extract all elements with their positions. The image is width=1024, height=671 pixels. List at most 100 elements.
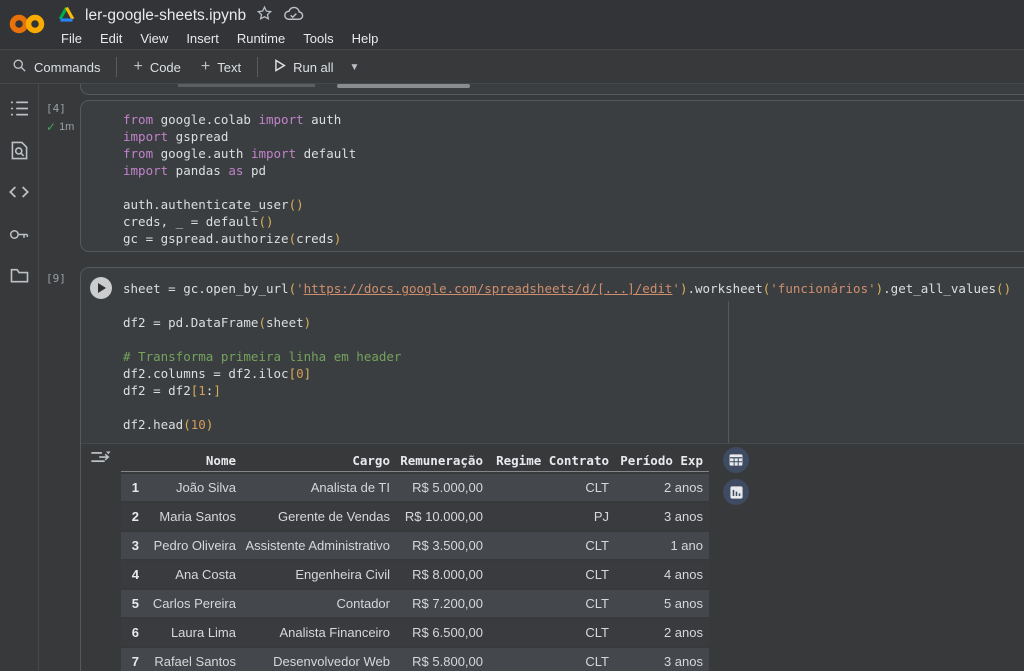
code-cell-1[interactable]: from google.colab import authimport gspr… (80, 100, 1024, 252)
code-line: gc = gspread.authorize(creds) (123, 230, 1024, 247)
secrets-icon[interactable] (9, 224, 29, 244)
table-cell: 2 anos (609, 619, 709, 646)
table-cell: 3 anos (609, 648, 709, 671)
code-line: df2 = pd.DataFrame(sheet) (123, 314, 1024, 331)
table-cell: PJ (483, 503, 609, 530)
bar-chart-icon (730, 486, 743, 499)
play-outline-icon (274, 59, 286, 75)
table-row: 7Rafael SantosDesenvolvedor WebR$ 5.800,… (121, 648, 709, 671)
menubar: File Edit View Insert Runtime Tools Help (52, 27, 387, 49)
plus-icon: + (133, 59, 142, 75)
menu-file[interactable]: File (52, 31, 91, 46)
colab-window: ler-google-sheets.ipynb File Edit View I… (0, 0, 1024, 671)
table-cell: Contador (236, 590, 390, 617)
star-icon[interactable] (256, 5, 273, 27)
drive-icon (58, 6, 75, 27)
table-cell: Analista de TI (236, 474, 390, 501)
horizontal-scrollbar-track[interactable] (178, 84, 315, 87)
menu-edit[interactable]: Edit (91, 31, 131, 46)
table-row: 2Maria SantosGerente de VendasR$ 10.000,… (121, 503, 709, 530)
execution-time: 1m (59, 121, 74, 133)
table-cell: CLT (483, 474, 609, 501)
table-of-contents-icon[interactable] (9, 98, 29, 118)
add-code-button[interactable]: + Code (123, 54, 190, 80)
code-cell-2[interactable]: sheet = gc.open_by_url('https://docs.goo… (80, 267, 1024, 671)
play-icon (98, 283, 106, 293)
table-cell: CLT (483, 619, 609, 646)
search-icon (12, 58, 27, 76)
row-index: 4 (121, 561, 147, 588)
code-snippets-icon[interactable] (9, 182, 29, 202)
table-cell: Engenheira Civil (236, 561, 390, 588)
table-cell: R$ 8.000,00 (390, 561, 483, 588)
code-line: from google.auth import default (123, 145, 1024, 162)
left-sidebar (0, 84, 39, 671)
toolbar-separator (257, 57, 258, 77)
row-index: 3 (121, 532, 147, 559)
table-cell: Laura Lima (147, 619, 236, 646)
header-bar: ler-google-sheets.ipynb File Edit View I… (0, 0, 1024, 50)
column-header: Nome (147, 450, 236, 472)
code-line: auth.authenticate_user() (123, 196, 1024, 213)
table-cell: CLT (483, 532, 609, 559)
code-editor[interactable]: sheet = gc.open_by_url('https://docs.goo… (81, 268, 1024, 433)
run-all-dropdown[interactable]: ▼ (344, 54, 364, 80)
table-cell: R$ 5.800,00 (390, 648, 483, 671)
find-in-notebook-icon[interactable] (9, 140, 29, 160)
row-index: 6 (121, 619, 147, 646)
files-icon[interactable] (9, 266, 29, 286)
execution-count: [9] (46, 272, 78, 285)
run-cell-button[interactable] (90, 277, 112, 299)
column-header: Regime Contrato (483, 450, 609, 472)
notebook-filename[interactable]: ler-google-sheets.ipynb (85, 7, 246, 25)
menu-tools[interactable]: Tools (294, 31, 342, 46)
table-cell: Maria Santos (147, 503, 236, 530)
code-line (123, 297, 1024, 314)
table-cell: 2 anos (609, 474, 709, 501)
cell1-gutter: [4] ✓ 1m (46, 102, 78, 134)
column-header: Remuneração (390, 450, 483, 472)
code-line: import pandas as pd (123, 162, 1024, 179)
code-line (123, 399, 1024, 416)
success-check-icon: ✓ (46, 120, 56, 134)
table-grid-icon (729, 454, 743, 466)
menu-help[interactable]: Help (343, 31, 388, 46)
table-cell: Analista Financeiro (236, 619, 390, 646)
suggest-charts-button[interactable] (723, 479, 749, 505)
dataframe-table: NomeCargoRemuneraçãoRegime ContratoPerío… (121, 448, 709, 671)
code-editor[interactable]: from google.colab import authimport gspr… (81, 101, 1024, 247)
commands-button[interactable]: Commands (2, 54, 110, 80)
table-cell: 3 anos (609, 503, 709, 530)
code-line: from google.colab import auth (123, 111, 1024, 128)
notebook-area: [4] ✓ 1m from google.colab import authim… (40, 84, 1024, 671)
menu-view[interactable]: View (131, 31, 177, 46)
code-line (123, 331, 1024, 348)
table-row: 1João SilvaAnalista de TIR$ 5.000,00CLT2… (121, 474, 709, 501)
code-line: df2.columns = df2.iloc[0] (123, 365, 1024, 382)
interactive-table-button[interactable] (723, 447, 749, 473)
table-cell: R$ 7.200,00 (390, 590, 483, 617)
cloud-saved-icon[interactable] (283, 6, 304, 27)
table-cell: CLT (483, 590, 609, 617)
add-text-button[interactable]: + Text (191, 54, 251, 80)
cell-output: NomeCargoRemuneraçãoRegime ContratoPerío… (81, 444, 1024, 671)
toolbar-separator (116, 57, 117, 77)
colab-logo[interactable] (8, 12, 46, 41)
plus-icon: + (201, 59, 210, 75)
run-all-button[interactable]: Run all (264, 54, 343, 80)
table-cell: CLT (483, 648, 609, 671)
code-line: df2.head(10) (123, 416, 1024, 433)
column-header: Cargo (236, 450, 390, 472)
interactive-table-toggle-icon[interactable] (90, 449, 112, 471)
table-cell: Gerente de Vendas (236, 503, 390, 530)
column-header: Período Exp (609, 450, 709, 472)
colab-infinity-icon (8, 12, 46, 36)
menu-insert[interactable]: Insert (177, 31, 228, 46)
dataframe-body: 1João SilvaAnalista de TIR$ 5.000,00CLT2… (121, 474, 709, 671)
row-index: 2 (121, 503, 147, 530)
toolbar: Commands + Code + Text Run all ▼ (0, 51, 1024, 84)
horizontal-scrollbar-thumb[interactable] (337, 84, 470, 88)
chevron-down-icon: ▼ (350, 62, 360, 73)
menu-runtime[interactable]: Runtime (228, 31, 294, 46)
code-line: import gspread (123, 128, 1024, 145)
